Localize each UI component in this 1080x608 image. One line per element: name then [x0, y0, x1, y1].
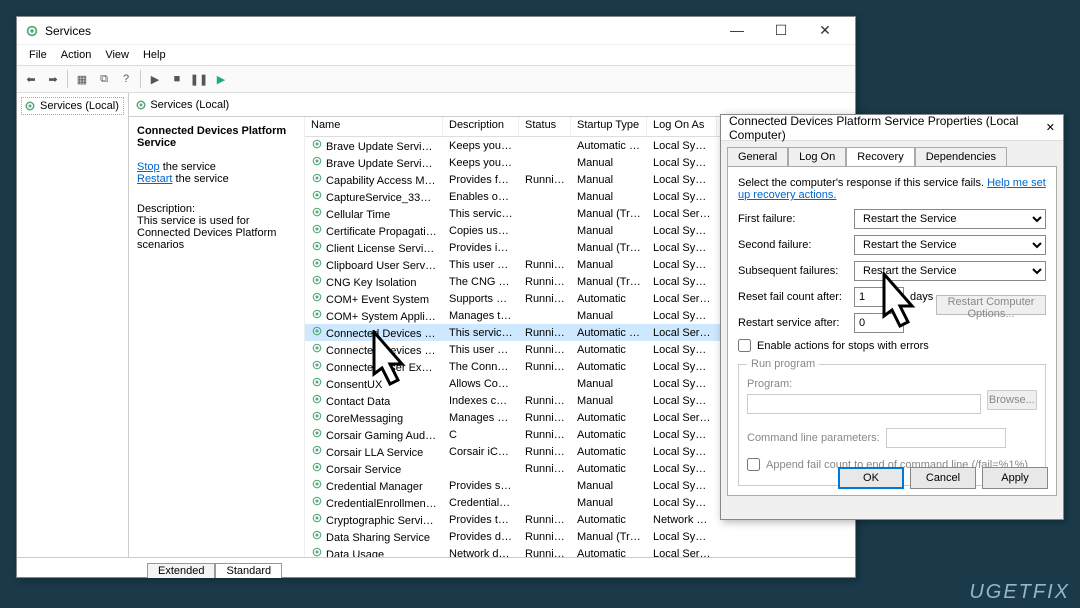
restart-link[interactable]: Restart — [137, 173, 172, 185]
gear-icon — [135, 99, 147, 111]
restart-computer-options-button: Restart Computer Options... — [936, 295, 1046, 315]
tab-logon[interactable]: Log On — [788, 147, 846, 166]
subsequent-select[interactable]: Restart the Service — [854, 261, 1046, 281]
menu-action[interactable]: Action — [55, 47, 98, 63]
menu-file[interactable]: File — [23, 47, 53, 63]
back-button[interactable]: ⬅ — [21, 69, 41, 89]
selected-service-title: Connected Devices Platform Service — [137, 125, 296, 149]
stop-icon[interactable]: ■ — [167, 69, 187, 89]
export-button[interactable]: ⧉ — [94, 69, 114, 89]
dialog-title: Connected Devices Platform Service Prope… — [729, 114, 1046, 142]
program-path-input — [747, 394, 981, 414]
second-failure-select[interactable]: Restart the Service — [854, 235, 1046, 255]
reset-after-label: Reset fail count after: — [738, 291, 854, 303]
col-logon[interactable]: Log On As — [647, 117, 717, 136]
first-failure-select[interactable]: Restart the Service — [854, 209, 1046, 229]
footer-tabs: Extended Standard — [17, 557, 855, 577]
first-failure-label: First failure: — [738, 213, 854, 225]
tab-extended[interactable]: Extended — [147, 563, 215, 578]
menu-view[interactable]: View — [99, 47, 135, 63]
app-icon — [25, 24, 39, 38]
description-text: This service is used for Connected Devic… — [137, 215, 296, 251]
menu-help[interactable]: Help — [137, 47, 172, 63]
tab-strip: General Log On Recovery Dependencies — [721, 141, 1063, 166]
forward-button[interactable]: ➡ — [43, 69, 63, 89]
menubar: File Action View Help — [17, 45, 855, 65]
reset-days-input[interactable] — [854, 287, 904, 307]
restart-icon[interactable]: ▶ — [211, 69, 231, 89]
close-icon[interactable]: ✕ — [1046, 121, 1055, 134]
play-icon[interactable]: ▶ — [145, 69, 165, 89]
restart-min-input[interactable] — [854, 313, 904, 333]
minimize-button[interactable]: — — [715, 17, 759, 45]
browse-button: Browse... — [987, 390, 1037, 410]
enable-actions-checkbox[interactable] — [738, 339, 751, 352]
restart-after-label: Restart service after: — [738, 317, 854, 329]
tree-pane: Services (Local) — [17, 93, 129, 557]
tab-recovery[interactable]: Recovery — [846, 147, 914, 166]
table-row[interactable]: Data Sharing ServiceProvides da...Runnin… — [305, 528, 855, 545]
col-startup[interactable]: Startup Type — [571, 117, 647, 136]
detail-panel: Connected Devices Platform Service Stop … — [129, 117, 305, 557]
window-title: Services — [45, 24, 715, 38]
stop-link[interactable]: Stop — [137, 161, 160, 173]
table-row[interactable]: Data UsageNetwork da...RunningAutomaticL… — [305, 545, 855, 557]
cmdline-input — [886, 428, 1006, 448]
second-failure-label: Second failure: — [738, 239, 854, 251]
append-fail-checkbox — [747, 458, 760, 471]
titlebar[interactable]: Services — ☐ ✕ — [17, 17, 855, 45]
tab-standard[interactable]: Standard — [215, 563, 282, 578]
tab-dependencies[interactable]: Dependencies — [915, 147, 1007, 166]
action-button[interactable]: ▦ — [72, 69, 92, 89]
col-status[interactable]: Status — [519, 117, 571, 136]
dialog-titlebar[interactable]: Connected Devices Platform Service Prope… — [721, 115, 1063, 141]
description-label: Description: — [137, 203, 296, 215]
tab-general[interactable]: General — [727, 147, 788, 166]
toolbar: ⬅ ➡ ▦ ⧉ ? ▶ ■ ❚❚ ▶ — [17, 65, 855, 93]
col-name[interactable]: Name — [305, 117, 443, 136]
subsequent-label: Subsequent failures: — [738, 265, 854, 277]
maximize-button[interactable]: ☐ — [759, 17, 803, 45]
pause-icon[interactable]: ❚❚ — [189, 69, 209, 89]
tree-label: Services (Local) — [40, 100, 119, 112]
watermark: UGETFIX — [969, 581, 1070, 604]
service-properties-dialog: Connected Devices Platform Service Prope… — [720, 114, 1064, 520]
gear-icon — [24, 100, 36, 112]
tree-services-local[interactable]: Services (Local) — [21, 97, 124, 115]
recovery-panel: Select the computer's response if this s… — [727, 166, 1057, 496]
apply-button[interactable]: Apply — [982, 467, 1048, 489]
help-icon[interactable]: ? — [116, 69, 136, 89]
col-description[interactable]: Description — [443, 117, 519, 136]
cancel-button[interactable]: Cancel — [910, 467, 976, 489]
enable-actions-label: Enable actions for stops with errors — [757, 340, 929, 352]
ok-button[interactable]: OK — [838, 467, 904, 489]
close-button[interactable]: ✕ — [803, 17, 847, 45]
